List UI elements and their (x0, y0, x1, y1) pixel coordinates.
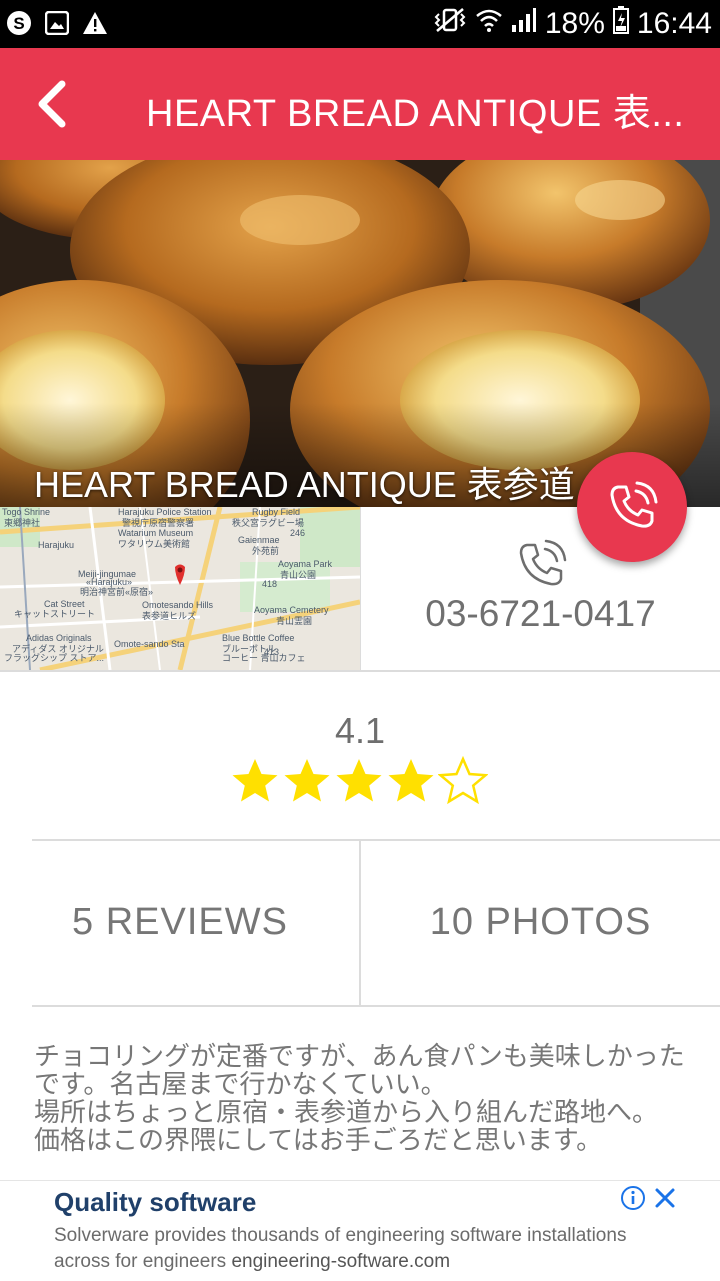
phone-number[interactable]: 03-6721-0417 (361, 593, 720, 635)
map-label: Omote-sando Sta (114, 639, 185, 649)
phone-ringing-icon (610, 481, 658, 528)
phone-icon (519, 539, 567, 586)
star-empty-icon (438, 756, 488, 805)
map-thumbnail[interactable]: Togo Shrine 東郷神社 Harajuku Police Station… (0, 507, 360, 670)
map-label: 表参道ヒルズ (142, 611, 197, 621)
map-label: 東郷神社 (4, 518, 41, 528)
divider (360, 507, 361, 670)
map-label: Harajuku (38, 540, 75, 550)
star-filled-icon (232, 759, 278, 802)
hero-title: HEART BREAD ANTIQUE 表参道 (34, 464, 575, 505)
star-filled-icon (284, 759, 330, 802)
app-bar: HEART BREAD ANTIQUE 表... (0, 48, 720, 160)
ad-body: Solverware provides thousands of enginee… (54, 1223, 674, 1275)
map-label: 246 (290, 528, 306, 538)
star-filled-icon (388, 759, 434, 802)
map-label: 青山霊園 (276, 616, 313, 626)
map-label: 青山公園 (280, 570, 317, 580)
ad-banner[interactable]: Quality software Solverware provides tho… (0, 1180, 720, 1281)
app-title: HEART BREAD ANTIQUE 表... (146, 93, 685, 135)
back-button[interactable] (24, 76, 80, 132)
photos-button[interactable]: 10 PHOTOS (361, 840, 720, 1005)
review-text: チョコリングが定番ですが、あん食パンも美味しかったです。名古屋まで行かなくていい… (34, 1041, 685, 1155)
map-label: ワタリウム美術館 (118, 539, 191, 549)
status-bar: S 18% 16:44 (0, 0, 720, 48)
battery-icon (612, 6, 629, 42)
divider (0, 670, 720, 672)
close-icon[interactable] (652, 1185, 678, 1211)
divider (32, 1005, 720, 1007)
wifi-icon (475, 7, 503, 41)
warning-icon (82, 10, 108, 36)
svg-text:S: S (13, 14, 24, 33)
skype-icon: S (6, 10, 32, 36)
star-filled-icon (336, 759, 382, 802)
map-label: 外苑前 (252, 546, 280, 556)
back-arrow-icon (38, 80, 66, 128)
status-right: 18% 16:44 (433, 6, 712, 42)
status-left-icons: S (6, 10, 108, 36)
image-icon (44, 10, 70, 36)
map-label: 413 (264, 647, 280, 657)
map-label: フラッグシップ ストア... (4, 653, 105, 663)
map-label: 418 (262, 579, 278, 589)
ad-title[interactable]: Quality software (54, 1187, 256, 1218)
reviews-button[interactable]: 5 REVIEWS (0, 840, 360, 1005)
battery-percent: 18% (544, 7, 605, 40)
rating-stars (230, 756, 488, 806)
call-button[interactable] (577, 452, 687, 562)
rating-value: 4.1 (334, 710, 386, 751)
ad-link[interactable]: engineering-software.com (231, 1251, 450, 1272)
vibrate-icon (433, 7, 467, 41)
signal-icon (511, 7, 537, 41)
clock: 16:44 (636, 7, 712, 40)
map-label: 明治神宮前«原宿» (80, 587, 154, 597)
map-label: キャットストリート (14, 609, 96, 619)
info-icon[interactable] (620, 1185, 646, 1211)
